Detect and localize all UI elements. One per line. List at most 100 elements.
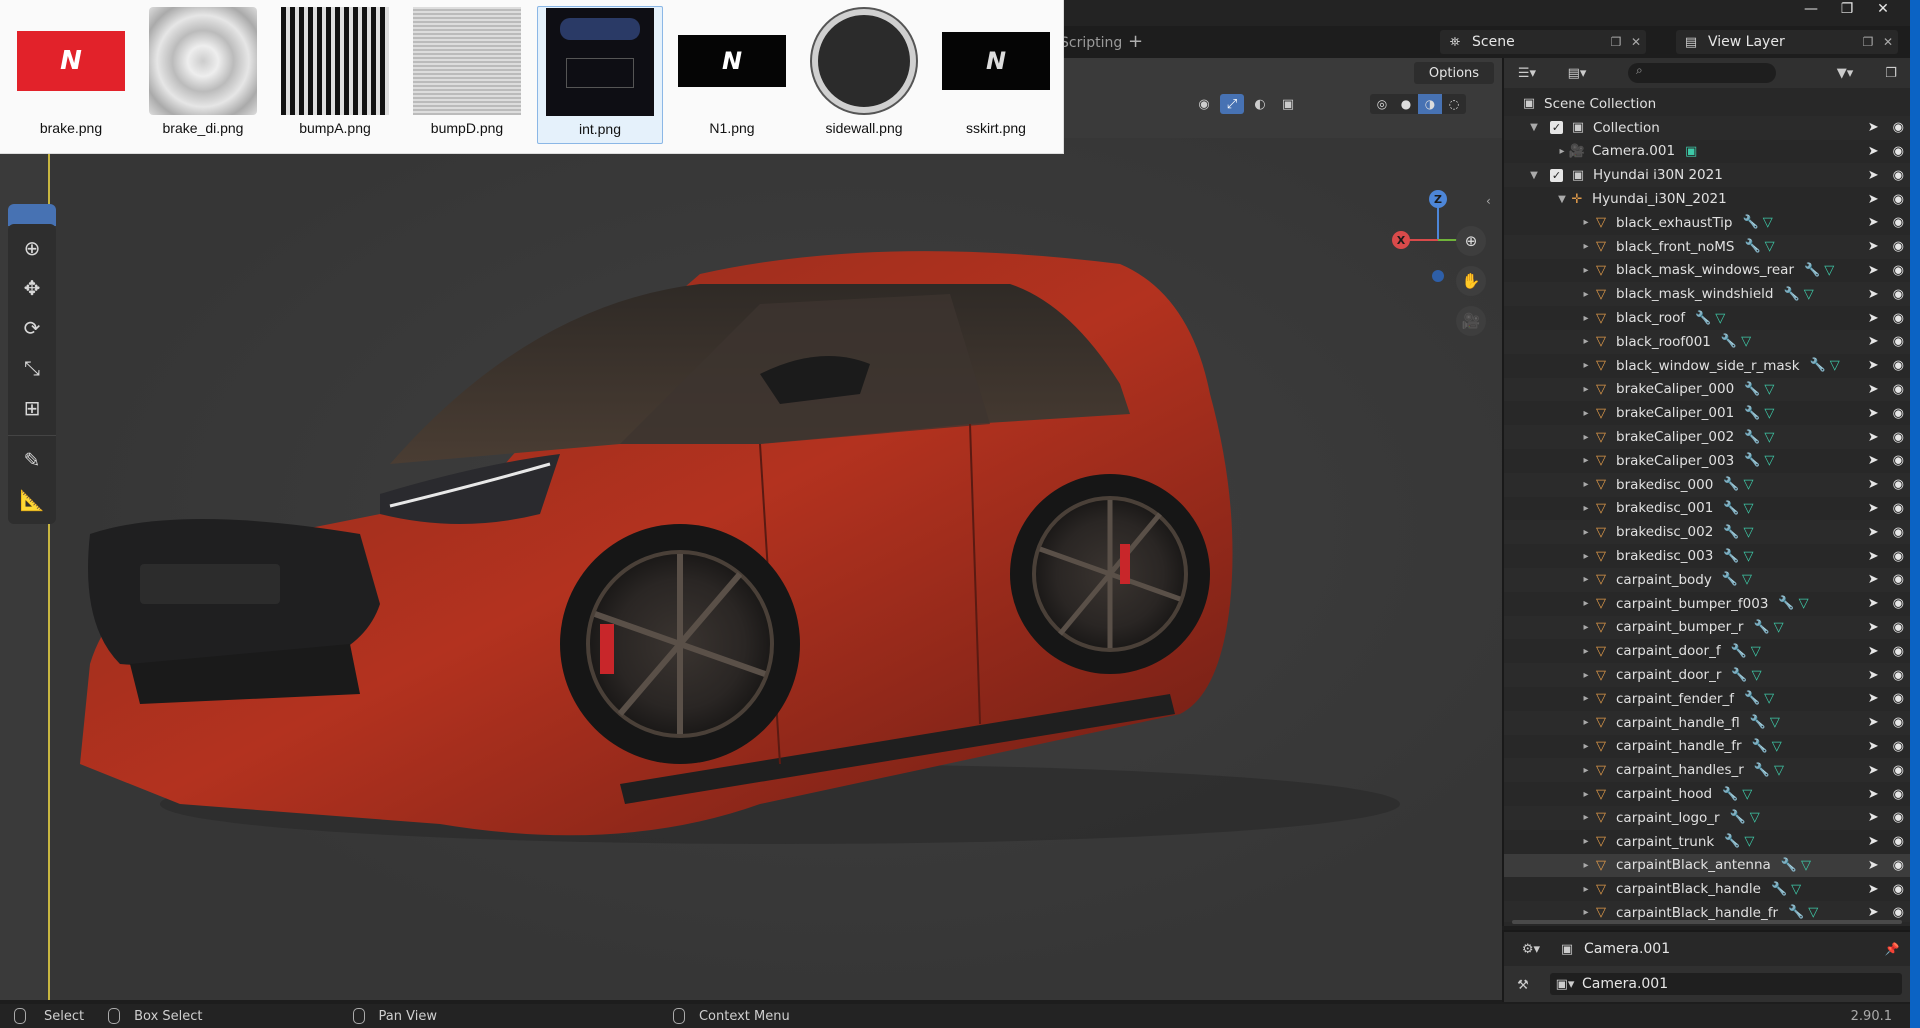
modifier-wrench-icon[interactable]: 🔧 <box>1731 668 1747 683</box>
expand-arrow-icon[interactable]: ▸ <box>1580 432 1592 443</box>
cursor-tool-icon[interactable]: ⊕ <box>8 228 56 268</box>
modifier-wrench-icon[interactable]: 🔧 <box>1753 620 1769 635</box>
image-file-item[interactable]: Nbrake.png <box>8 6 134 144</box>
eye-icon[interactable]: ◉ <box>1893 858 1904 873</box>
image-file-item[interactable]: Nsskirt.png <box>933 6 1059 144</box>
select-arrow-icon[interactable]: ➤ <box>1868 787 1879 802</box>
outliner-object-row[interactable]: ▸ ▽ carpaint_door_f 🔧 ▽ ➤ ◉ <box>1504 639 1910 663</box>
modifier-wrench-icon[interactable]: 🔧 <box>1754 763 1770 778</box>
modifier-wrench-icon[interactable]: 🔧 <box>1744 406 1760 421</box>
scene-icon[interactable]: ⛯ <box>1444 33 1466 51</box>
x-axis-button[interactable]: X <box>1392 231 1410 249</box>
select-arrow-icon[interactable]: ➤ <box>1868 882 1879 897</box>
mesh-data-icon[interactable]: ▽ <box>1742 787 1752 802</box>
mesh-data-icon[interactable]: ▽ <box>1799 596 1809 611</box>
outliner-object-row[interactable]: ▸ ▽ brakedisc_002 🔧 ▽ ➤ ◉ <box>1504 520 1910 545</box>
expand-arrow-icon[interactable]: ▼ <box>1556 194 1568 205</box>
camera-data-name[interactable]: Camera.001 <box>1576 976 1902 992</box>
outliner-object-row[interactable]: ▸ ▽ black_mask_windshield 🔧 ▽ ➤ ◉ <box>1504 282 1910 307</box>
view-layer-icon[interactable]: ▤ <box>1680 33 1702 51</box>
select-arrow-icon[interactable]: ➤ <box>1868 334 1879 349</box>
scene-name[interactable]: Scene <box>1466 34 1606 50</box>
eye-icon[interactable]: ◉ <box>1893 287 1904 302</box>
modifier-wrench-icon[interactable]: 🔧 <box>1752 739 1768 754</box>
outliner-object-row[interactable]: ▸ ▽ carpaint_handles_r 🔧 ▽ ➤ ◉ <box>1504 758 1910 783</box>
select-arrow-icon[interactable]: ➤ <box>1868 691 1879 706</box>
eye-icon[interactable]: ◉ <box>1893 787 1904 802</box>
pan-hand-icon[interactable]: ✋ <box>1456 266 1486 296</box>
expand-arrow-icon[interactable]: ▸ <box>1580 812 1592 823</box>
mesh-data-icon[interactable]: ▽ <box>1808 905 1818 920</box>
mesh-data-icon[interactable]: ▽ <box>1744 477 1754 492</box>
expand-arrow-icon[interactable]: ▸ <box>1580 884 1592 895</box>
camera-view-icon[interactable]: 🎥 <box>1456 306 1486 336</box>
modifier-wrench-icon[interactable]: 🔧 <box>1744 239 1760 254</box>
outliner-object-row[interactable]: ▸ ▽ black_front_noMS 🔧 ▽ ➤ ◉ <box>1504 234 1910 259</box>
eye-icon[interactable]: ◉ <box>1893 406 1904 421</box>
outliner-object-row[interactable]: ▸ ▽ black_window_side_r_mask 🔧 ▽ ➤ ◉ <box>1504 354 1910 378</box>
image-thumbnail[interactable]: N <box>941 6 1051 116</box>
select-arrow-icon[interactable]: ➤ <box>1868 287 1879 302</box>
outliner-object-row[interactable]: ▸ ▽ carpaint_fender_f 🔧 ▽ ➤ ◉ <box>1504 687 1910 711</box>
expand-arrow-icon[interactable]: ▸ <box>1556 146 1568 157</box>
outliner-object-row[interactable]: ▸ ▽ black_roof 🔧 ▽ ➤ ◉ <box>1504 306 1910 330</box>
eye-icon[interactable]: ◉ <box>1893 882 1904 897</box>
expand-arrow-icon[interactable]: ▸ <box>1580 646 1592 657</box>
expand-arrow-icon[interactable]: ▸ <box>1580 503 1592 514</box>
outliner-row-empty[interactable]: ▼ ✛ Hyundai_i30N_2021 ➤ ◉ <box>1504 187 1910 211</box>
view-layer-selector[interactable]: ▤ View Layer ❐ ✕ <box>1676 30 1898 54</box>
select-arrow-icon[interactable]: ➤ <box>1868 834 1879 849</box>
outliner-row-camera[interactable]: ▸ 🎥 Camera.001 ▣ ➤ ◉ <box>1504 140 1910 164</box>
image-thumbnail[interactable] <box>412 6 522 116</box>
mesh-data-icon[interactable]: ▽ <box>1765 239 1775 254</box>
scale-tool-icon[interactable]: ⤡ <box>8 348 56 388</box>
options-button[interactable]: Options <box>1414 62 1494 84</box>
eye-icon[interactable]: ◉ <box>1893 905 1904 920</box>
select-arrow-icon[interactable]: ➤ <box>1868 668 1879 683</box>
outliner-object-row[interactable]: ▸ ▽ brakedisc_003 🔧 ▽ ➤ ◉ <box>1504 544 1910 568</box>
visibility-icon[interactable]: ◉ <box>1192 94 1216 114</box>
outliner-object-row[interactable]: ▸ ▽ brakeCaliper_002 🔧 ▽ ➤ ◉ <box>1504 425 1910 449</box>
properties-editor-icon[interactable]: ⚙▾ <box>1516 940 1546 958</box>
eye-icon[interactable]: ◉ <box>1893 144 1904 159</box>
modifier-wrench-icon[interactable]: 🔧 <box>1781 858 1797 873</box>
maximize-button[interactable]: ❐ <box>1836 0 1858 18</box>
outliner-row-collection[interactable]: ▼ ✓ ▣ Collection ➤ ◉ <box>1504 115 1910 140</box>
mesh-data-icon[interactable]: ▽ <box>1744 501 1754 516</box>
duplicate-view-layer-icon[interactable]: ❐ <box>1858 33 1878 51</box>
modifier-wrench-icon[interactable]: 🔧 <box>1771 882 1787 897</box>
image-thumbnail[interactable] <box>545 7 655 117</box>
select-arrow-icon[interactable]: ➤ <box>1868 620 1879 635</box>
expand-arrow-icon[interactable]: ▸ <box>1580 717 1592 728</box>
select-arrow-icon[interactable]: ➤ <box>1868 501 1879 516</box>
image-thumbnail[interactable] <box>280 6 390 116</box>
image-thumbnail[interactable] <box>148 6 258 116</box>
expand-arrow-icon[interactable]: ▸ <box>1580 455 1592 466</box>
outliner-search-input[interactable]: ⌕ <box>1628 63 1776 83</box>
expand-arrow-icon[interactable]: ▸ <box>1580 622 1592 633</box>
modifier-wrench-icon[interactable]: 🔧 <box>1744 382 1760 397</box>
new-collection-icon[interactable]: ❐ <box>1878 64 1904 82</box>
mesh-data-icon[interactable]: ▽ <box>1742 572 1752 587</box>
outliner-object-row[interactable]: ▸ ▽ black_exhaustTip 🔧 ▽ ➤ ◉ <box>1504 211 1910 235</box>
modifier-wrench-icon[interactable]: 🔧 <box>1724 834 1740 849</box>
mesh-data-icon[interactable]: ▽ <box>1764 453 1774 468</box>
image-file-item[interactable]: sidewall.png <box>801 6 927 144</box>
modifier-wrench-icon[interactable]: 🔧 <box>1744 453 1760 468</box>
outliner-object-row[interactable]: ▸ ▽ brakeCaliper_001 🔧 ▽ ➤ ◉ <box>1504 401 1910 425</box>
3d-viewport[interactable]: Options ◉ ⤢ ◐ ▣ ◎ ● ◑ ◌ ⊕ ✥ ⟳ ⤡ ⊞ ✎ 📐 Z … <box>0 58 1502 1000</box>
eye-icon[interactable]: ◉ <box>1893 215 1904 230</box>
filter-icon[interactable]: ▼▾ <box>1832 64 1858 82</box>
measure-tool-icon[interactable]: 📐 <box>8 480 56 520</box>
outliner-object-row[interactable]: ▸ ▽ carpaint_trunk 🔧 ▽ ➤ ◉ <box>1504 830 1910 854</box>
expand-arrow-icon[interactable]: ▸ <box>1580 741 1592 752</box>
modifier-wrench-icon[interactable]: 🔧 <box>1721 334 1737 349</box>
select-arrow-icon[interactable]: ➤ <box>1868 644 1879 659</box>
overlay-icon[interactable]: ◐ <box>1248 94 1272 114</box>
rendered-shading-icon[interactable]: ◌ <box>1442 94 1466 114</box>
modifier-wrench-icon[interactable]: 🔧 <box>1804 263 1820 278</box>
modifier-wrench-icon[interactable]: 🔧 <box>1788 905 1804 920</box>
expand-arrow-icon[interactable]: ▸ <box>1580 360 1592 371</box>
select-arrow-icon[interactable]: ➤ <box>1868 120 1879 135</box>
eye-icon[interactable]: ◉ <box>1893 168 1904 183</box>
